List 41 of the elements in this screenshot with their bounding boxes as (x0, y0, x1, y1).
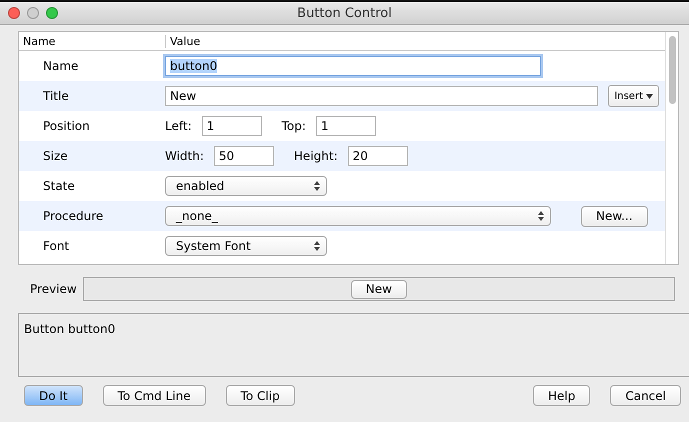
column-header: Name (22, 34, 56, 48)
dialog-button[interactable]: Help (532, 385, 590, 406)
field-label: Left: (165, 119, 192, 133)
column-header: Value (165, 34, 665, 48)
number-field[interactable]: 50 (214, 146, 274, 166)
preview-button[interactable]: New (350, 280, 407, 298)
popup-menu[interactable]: System Font (165, 236, 327, 256)
property-name: Position (42, 119, 91, 133)
insert-button[interactable]: Insert (608, 85, 659, 107)
number-field[interactable]: 20 (348, 146, 408, 166)
popup-menu[interactable]: enabled (165, 176, 327, 196)
field-label: Height: (294, 149, 338, 163)
field-label: Top: (282, 119, 306, 133)
preview-label: Preview (30, 282, 77, 296)
minimize-icon[interactable] (27, 7, 39, 19)
window-title: Button Control (297, 6, 392, 20)
dialog-button[interactable]: To Cmd Line (102, 385, 206, 406)
property-name: Name (42, 59, 80, 73)
new-button[interactable]: New... (581, 206, 648, 226)
popup-menu[interactable]: _none_ (165, 206, 551, 226)
property-name: Size (42, 149, 69, 163)
stepper-arrows-icon (314, 181, 320, 191)
scrollbar-thumb[interactable] (668, 36, 676, 104)
number-field[interactable]: 1 (316, 116, 376, 136)
property-name: State (42, 179, 76, 193)
property-name: Title (42, 89, 70, 103)
stepper-arrows-icon (538, 211, 544, 221)
property-name: Font (42, 239, 70, 253)
close-icon[interactable] (8, 7, 20, 19)
caret-icon (646, 94, 653, 98)
text-field[interactable]: button0 (165, 56, 541, 76)
command-text: Button button0 (18, 313, 689, 377)
dialog-button[interactable]: Do It (24, 385, 83, 406)
property-name: Procedure (42, 209, 104, 223)
dialog-button[interactable]: To Clip (226, 385, 295, 406)
stepper-arrows-icon (314, 241, 320, 251)
field-label: Width: (165, 149, 204, 163)
text-field[interactable]: New (165, 86, 598, 106)
number-field[interactable]: 1 (202, 116, 262, 136)
dialog-button[interactable]: Cancel (610, 385, 681, 406)
zoom-icon[interactable] (46, 7, 58, 19)
